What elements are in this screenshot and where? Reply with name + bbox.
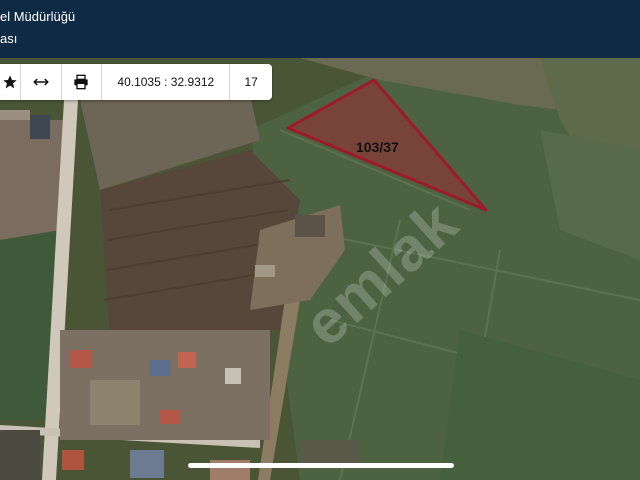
header-title: el Müdürlüğü: [0, 9, 76, 24]
measure-icon: [32, 78, 49, 86]
favorite-button[interactable]: [0, 64, 21, 100]
home-indicator: [188, 463, 454, 468]
coordinates-readout: 40.1035 : 32.9312: [102, 64, 231, 100]
parcel-label: 103/37: [356, 139, 399, 155]
map-imagery: [0, 58, 640, 480]
print-icon: [74, 74, 89, 90]
print-button[interactable]: [62, 64, 103, 100]
map-toolbar: 40.1035 : 32.9312 17: [0, 64, 272, 100]
header-bar: el Müdürlüğü ası: [0, 0, 640, 58]
zoom-level: 17: [244, 75, 258, 89]
satellite-map[interactable]: emlak: [0, 58, 640, 480]
star-icon: [3, 75, 17, 89]
header-subtitle: ası: [0, 31, 18, 46]
measure-button[interactable]: [21, 64, 62, 100]
